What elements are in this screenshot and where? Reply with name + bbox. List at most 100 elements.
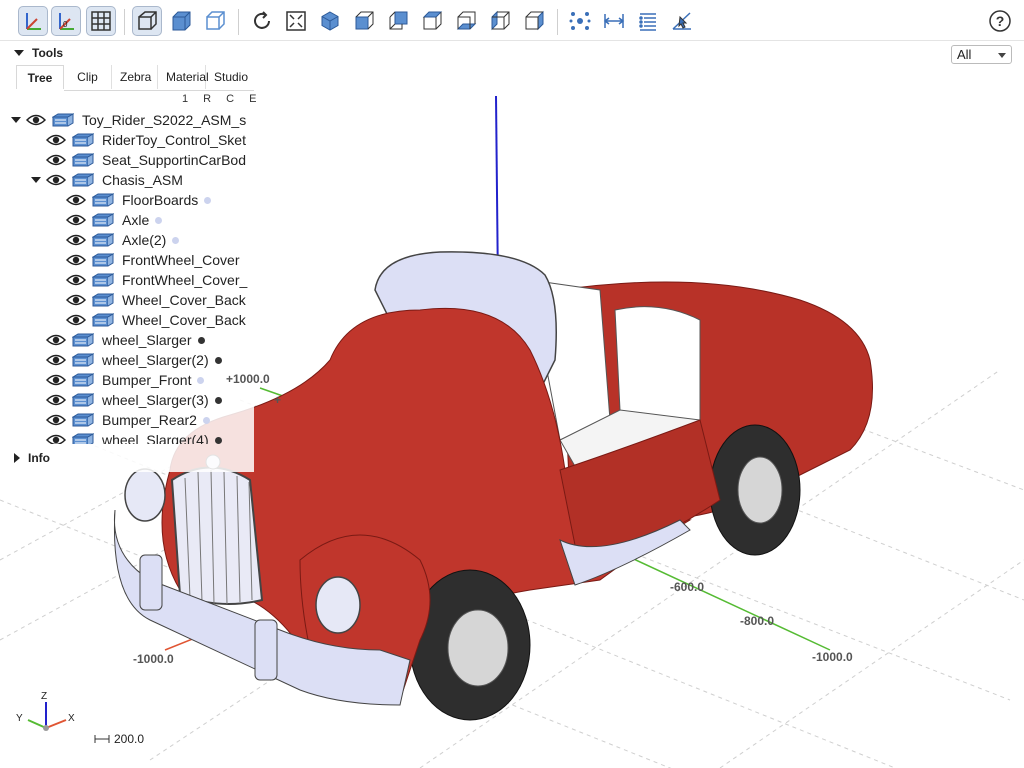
tab-material[interactable]: Material xyxy=(158,65,209,89)
eye-icon[interactable] xyxy=(66,193,86,207)
rear-view-button[interactable] xyxy=(383,6,413,36)
bottom-view-button[interactable] xyxy=(451,6,481,36)
expand-toggle-icon[interactable] xyxy=(10,117,22,123)
tree-item-label: FloorBoards xyxy=(122,192,199,208)
shape-icon[interactable] xyxy=(92,253,114,267)
eye-icon[interactable] xyxy=(46,373,66,387)
tab-clip[interactable]: Clip xyxy=(64,65,112,89)
tree-row[interactable]: Seat_SupportinCarBod xyxy=(30,150,246,170)
info-title: Info xyxy=(28,451,50,465)
shape-icon[interactable] xyxy=(72,133,94,147)
color-dot xyxy=(214,396,222,404)
info-header[interactable]: Info xyxy=(14,450,50,466)
tree-row[interactable]: Wheel_Cover_Back xyxy=(50,310,246,330)
shape-icon[interactable] xyxy=(92,193,114,207)
bumper-guard-left xyxy=(139,554,163,611)
shape-icon[interactable] xyxy=(72,353,94,367)
color-dot xyxy=(197,376,205,384)
eye-icon[interactable] xyxy=(66,233,86,247)
ortho-button[interactable] xyxy=(166,6,196,36)
tools-header[interactable]: Tools xyxy=(14,45,63,61)
shape-icon[interactable] xyxy=(92,233,114,247)
properties-button[interactable] xyxy=(633,6,663,36)
tree-item-label: wheel_Slarger(4) xyxy=(102,432,209,444)
grid-button[interactable] xyxy=(86,6,116,36)
transparent-button[interactable] xyxy=(200,6,230,36)
svg-text:?: ? xyxy=(996,13,1005,29)
eye-icon[interactable] xyxy=(46,413,66,427)
reset-view-button[interactable] xyxy=(247,6,277,36)
filter-select[interactable]: All xyxy=(951,45,1012,64)
shape-icon[interactable] xyxy=(72,153,94,167)
axes-origin-button[interactable]: 0 xyxy=(51,6,81,36)
distance-button[interactable] xyxy=(599,6,629,36)
axes-button[interactable] xyxy=(18,6,48,36)
iso-view-button[interactable] xyxy=(315,6,345,36)
eye-icon[interactable] xyxy=(46,173,66,187)
tab-zebra[interactable]: Zebra xyxy=(112,65,158,89)
tree-row[interactable]: Wheel_Cover_Back xyxy=(50,290,246,310)
shape-icon[interactable] xyxy=(72,333,94,347)
tree-row[interactable]: Chasis_ASM xyxy=(30,170,183,190)
eye-icon[interactable] xyxy=(46,433,66,444)
select-button[interactable] xyxy=(667,6,697,36)
color-dot xyxy=(214,436,222,444)
shape-icon[interactable] xyxy=(52,113,74,127)
tab-tree[interactable]: Tree xyxy=(16,65,64,89)
expand-toggle-icon[interactable] xyxy=(30,177,42,183)
left-view-button[interactable] xyxy=(485,6,515,36)
shape-icon[interactable] xyxy=(72,373,94,387)
help-button[interactable]: ? xyxy=(985,6,1015,36)
shape-icon[interactable] xyxy=(72,413,94,427)
iso-cube-icon xyxy=(321,11,339,31)
eye-icon[interactable] xyxy=(66,213,86,227)
explode-button[interactable] xyxy=(565,6,595,36)
headlight-left xyxy=(124,468,166,522)
shape-icon[interactable] xyxy=(72,173,94,187)
eye-icon[interactable] xyxy=(46,353,66,367)
fit-view-button[interactable] xyxy=(281,6,311,36)
svg-text:0: 0 xyxy=(63,20,68,29)
tree-row[interactable]: RiderToy_Control_Sket xyxy=(30,130,246,150)
eye-icon[interactable] xyxy=(46,333,66,347)
tree-row[interactable]: Bumper_Rear2 xyxy=(30,410,210,430)
tree-row[interactable]: FrontWheel_Cover_ xyxy=(50,270,247,290)
shape-icon[interactable] xyxy=(92,213,114,227)
perspective-button[interactable] xyxy=(132,6,162,36)
shape-icon[interactable] xyxy=(72,393,94,407)
eye-icon[interactable] xyxy=(46,153,66,167)
left-cube-icon xyxy=(491,10,510,31)
tree-row[interactable]: wheel_Slarger(2) xyxy=(30,350,222,370)
tree-row[interactable]: FrontWheel_Cover xyxy=(50,250,240,270)
eye-icon[interactable] xyxy=(66,273,86,287)
tree-row[interactable]: Axle(2) xyxy=(50,230,180,250)
right-view-button[interactable] xyxy=(519,6,549,36)
eye-icon[interactable] xyxy=(46,133,66,147)
eye-icon[interactable] xyxy=(66,253,86,267)
tree-item-label: wheel_Slarger(3) xyxy=(102,392,209,408)
shape-icon[interactable] xyxy=(92,313,114,327)
eye-icon[interactable] xyxy=(46,393,66,407)
shape-icon[interactable] xyxy=(92,273,114,287)
front-view-button[interactable] xyxy=(349,6,379,36)
tree-item-label: Axle(2) xyxy=(122,232,167,248)
tree-row[interactable]: wheel_Slarger(4) xyxy=(30,430,222,444)
tree-item-label: wheel_Slarger(2) xyxy=(102,352,209,368)
eye-icon[interactable] xyxy=(66,293,86,307)
tree-row[interactable]: Axle xyxy=(50,210,163,230)
help-icon: ? xyxy=(989,10,1011,32)
shape-icon[interactable] xyxy=(72,433,94,444)
tree-row[interactable]: wheel_Slarger xyxy=(30,330,205,350)
tree-row[interactable]: Bumper_Front xyxy=(30,370,205,390)
tab-studio[interactable]: Studio xyxy=(206,65,254,89)
tree-row[interactable]: Toy_Rider_S2022_ASM_s xyxy=(10,110,246,130)
scale-bar: 200.0 xyxy=(94,732,144,746)
tree-view: Toy_Rider_S2022_ASM_s RiderToy_Control_Sk… xyxy=(10,110,254,444)
axis-label-y-neg800: -800.0 xyxy=(740,614,775,628)
tree-row[interactable]: wheel_Slarger(3) xyxy=(30,390,222,410)
shape-icon[interactable] xyxy=(92,293,114,307)
eye-icon[interactable] xyxy=(66,313,86,327)
eye-icon[interactable] xyxy=(26,113,46,127)
top-view-button[interactable] xyxy=(417,6,447,36)
tree-row[interactable]: FloorBoards xyxy=(50,190,212,210)
